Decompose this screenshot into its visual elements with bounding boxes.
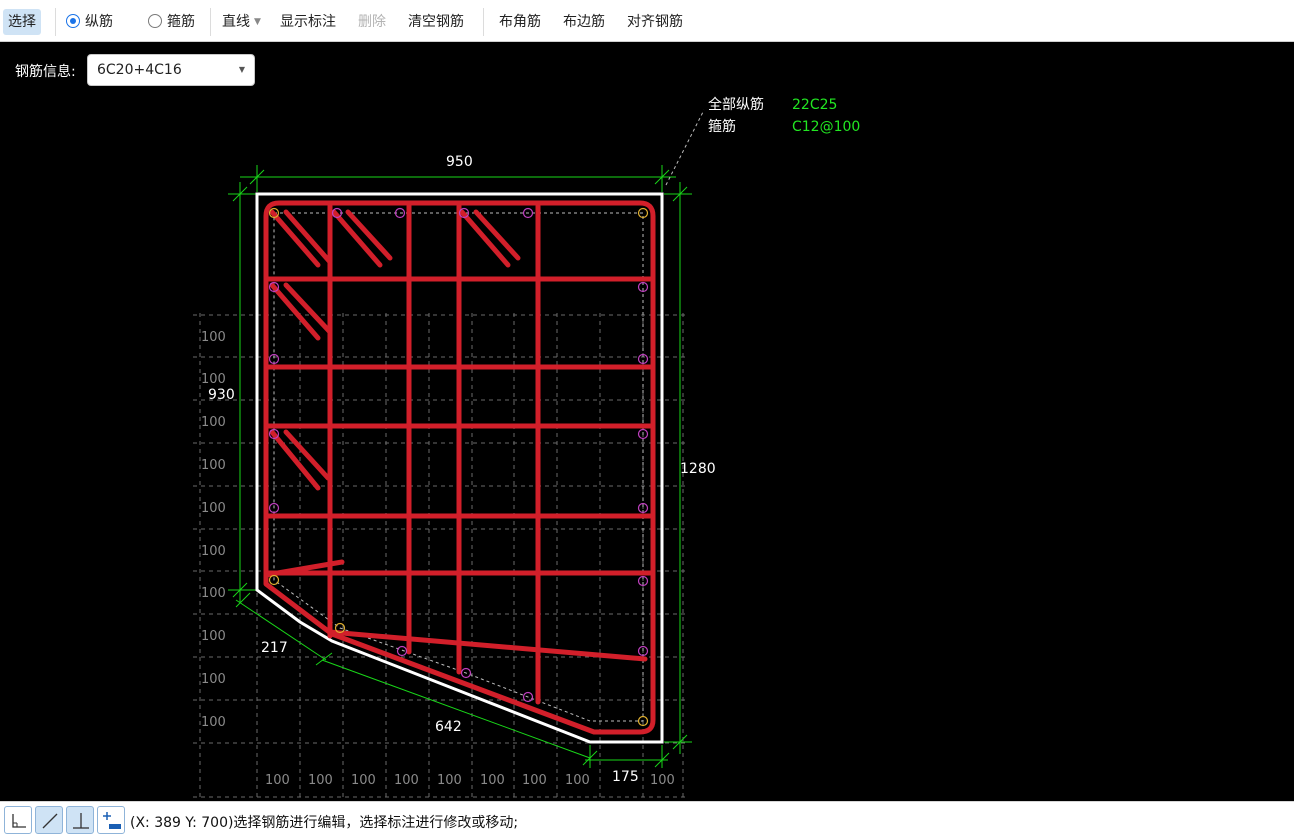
corner-rebar-button[interactable]: 布角筋: [499, 9, 541, 35]
grid-label: 100: [565, 773, 590, 788]
grid-label: 100: [201, 672, 226, 687]
add-point-button[interactable]: [97, 806, 125, 834]
radio-unchecked-icon: [148, 14, 162, 28]
section-drawing-canvas[interactable]: 100 100 100 100 100 100 100 100 100 100 …: [0, 43, 1294, 801]
status-message: (X: 389 Y: 700)选择钢筋进行编辑，选择标注进行修改或移动;: [130, 815, 519, 831]
chevron-down-icon: ▼: [254, 17, 261, 27]
clear-rebar-button[interactable]: 清空钢筋: [408, 9, 464, 35]
grid-label: 100: [650, 773, 675, 788]
grid-label: 100: [201, 372, 226, 387]
legend-stirrup-label: 箍筋: [708, 118, 736, 135]
rebar-point: [396, 645, 408, 657]
grid-label: 100: [201, 501, 226, 516]
dimension-chamfer-long: 642: [435, 719, 462, 735]
edge-rebar-button[interactable]: 布边筋: [563, 9, 605, 35]
grid-label: 100: [201, 458, 226, 473]
grid-label: 100: [201, 415, 226, 430]
grid-label: 100: [201, 629, 226, 644]
legend-all-longitudinal-value: 22C25: [792, 97, 837, 113]
legend-stirrup-value: C12@100: [792, 119, 860, 135]
rebar-legend: 全部纵筋 22C25 箍筋 C12@100: [708, 96, 860, 135]
longitudinal-rebar-radio[interactable]: 纵筋: [66, 9, 113, 35]
status-bar: (X: 389 Y: 700)选择钢筋进行编辑，选择标注进行修改或移动;: [0, 801, 1294, 839]
grid-label: 100: [201, 544, 226, 559]
dimension-chamfer-small: 217: [261, 640, 288, 656]
dimension-top-width: 950: [446, 154, 473, 170]
angle-snap-icon: [12, 814, 26, 828]
line-snap-button[interactable]: [35, 806, 63, 834]
diagonal-tie: [327, 629, 648, 662]
legend-all-longitudinal-label: 全部纵筋: [708, 96, 764, 113]
align-rebar-button[interactable]: 对齐钢筋: [627, 9, 683, 35]
grid-label: 100: [480, 773, 505, 788]
toolbar: 选择 纵筋 箍筋 直线 ▼ 显示标注 删除 清空钢筋 布角筋 布边筋 对齐钢筋: [0, 0, 1294, 42]
toolbar-divider: [55, 8, 56, 36]
dimension-left-height: 930: [208, 387, 235, 403]
grid-label: 100: [201, 586, 226, 601]
line-mode-label: 直线: [222, 14, 250, 30]
delete-button[interactable]: 删除: [358, 9, 386, 35]
toolbar-divider: [483, 8, 484, 36]
grid-label: 100: [351, 773, 376, 788]
legend-leader-line: [665, 109, 705, 186]
select-tool-button[interactable]: 选择: [3, 9, 41, 35]
plus-point-icon: [103, 812, 121, 829]
grid-label: 100: [522, 773, 547, 788]
stirrup-label: 箍筋: [167, 14, 195, 30]
show-annotation-button[interactable]: 显示标注: [280, 9, 336, 35]
grid-label: 100: [394, 773, 419, 788]
stirrup-radio[interactable]: 箍筋: [148, 9, 195, 35]
grid-label: 100: [437, 773, 462, 788]
dimension-right-height: 1280: [680, 461, 716, 477]
line-mode-dropdown[interactable]: 直线 ▼: [222, 9, 261, 35]
diagonal-line-icon: [42, 813, 58, 829]
perpendicular-snap-button[interactable]: [66, 806, 94, 834]
orthogonal-snap-button[interactable]: [4, 806, 32, 834]
grid-label: 100: [201, 715, 226, 730]
grid-label: 100: [265, 773, 290, 788]
grid-label: 100: [201, 330, 226, 345]
grid-label: 100: [308, 773, 333, 788]
longitudinal-rebar-label: 纵筋: [85, 14, 113, 30]
stirrup-group: [263, 200, 656, 735]
perpendicular-icon: [73, 813, 89, 829]
toolbar-divider: [210, 8, 211, 36]
radio-checked-icon: [66, 14, 80, 28]
dimension-bottom-width: 175: [612, 769, 639, 785]
